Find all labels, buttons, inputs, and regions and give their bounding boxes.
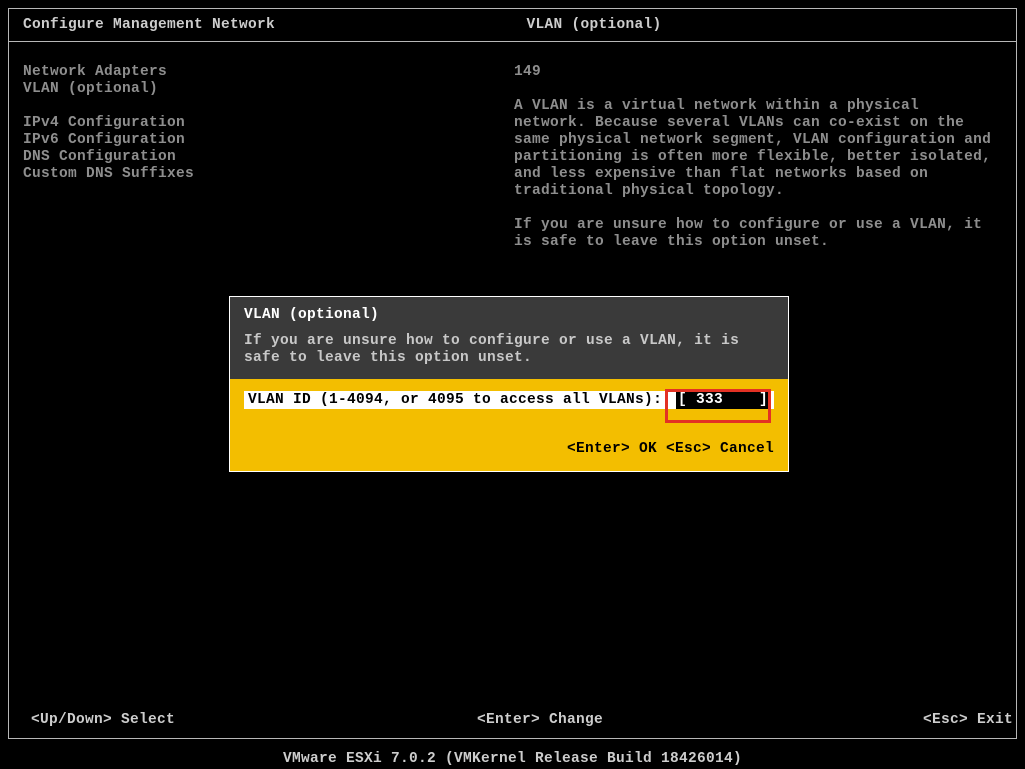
vlan-id-row: VLAN ID (1-4094, or 4095 to access all V… <box>244 391 774 409</box>
detail-column: 149 A VLAN is a virtual network within a… <box>514 64 994 251</box>
menu-item-network-adapters[interactable]: Network Adapters <box>23 64 514 81</box>
nav-hint-esc: <Esc> Exit <box>923 712 1021 728</box>
menu-item-dns[interactable]: DNS Configuration <box>23 149 514 166</box>
vlan-dialog: VLAN (optional) If you are unsure how to… <box>229 296 789 472</box>
vlan-id-input[interactable]: [ 333 ] <box>676 391 770 409</box>
menu-item-dns-suffixes[interactable]: Custom DNS Suffixes <box>23 166 514 183</box>
dialog-header: VLAN (optional) If you are unsure how to… <box>230 297 788 379</box>
dialog-body: VLAN ID (1-4094, or 4095 to access all V… <box>230 379 788 471</box>
menu-item-ipv4[interactable]: IPv4 Configuration <box>23 115 514 132</box>
header-right-title: VLAN (optional) <box>527 17 662 33</box>
header-left-title: Configure Management Network <box>9 17 527 33</box>
menu-column: Network Adapters VLAN (optional) IPv4 Co… <box>9 64 514 251</box>
nav-hints: <Up/Down> Select <Enter> Change <Esc> Ex… <box>31 712 1021 728</box>
cancel-button[interactable]: <Esc> Cancel <box>666 441 774 457</box>
menu-gap <box>23 98 514 115</box>
vlan-id-label: VLAN ID (1-4094, or 4095 to access all V… <box>248 391 662 409</box>
panel-body: Network Adapters VLAN (optional) IPv4 Co… <box>9 42 1016 251</box>
panel-header: Configure Management Network VLAN (optio… <box>9 9 1016 42</box>
ok-button[interactable]: <Enter> OK <box>567 441 666 457</box>
detail-description-2: If you are unsure how to configure or us… <box>514 217 994 251</box>
dialog-buttons: <Enter> OK <Esc> Cancel <box>244 441 774 457</box>
status-bar: VMware ESXi 7.0.2 (VMKernel Release Buil… <box>0 751 1025 767</box>
dialog-message: If you are unsure how to configure or us… <box>244 333 776 367</box>
esxi-dcui-screen: Configure Management Network VLAN (optio… <box>0 0 1025 769</box>
detail-description: A VLAN is a virtual network within a phy… <box>514 98 994 200</box>
menu-item-ipv6[interactable]: IPv6 Configuration <box>23 132 514 149</box>
nav-hint-updown: <Up/Down> Select <box>31 712 477 728</box>
menu-item-vlan[interactable]: VLAN (optional) <box>23 81 514 98</box>
dialog-title: VLAN (optional) <box>244 307 776 323</box>
detail-value: 149 <box>514 64 994 81</box>
nav-hint-enter: <Enter> Change <box>477 712 923 728</box>
